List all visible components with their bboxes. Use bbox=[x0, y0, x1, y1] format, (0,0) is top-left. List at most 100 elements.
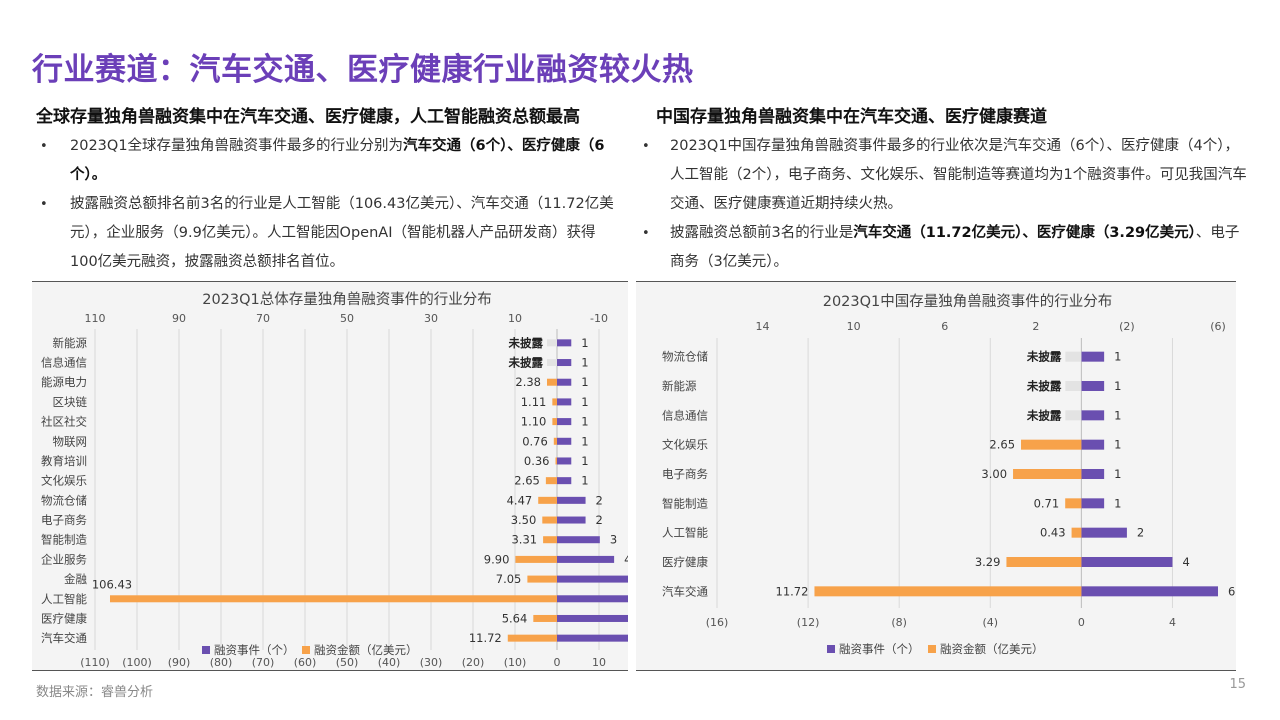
top-tick-label: 10 bbox=[508, 312, 522, 325]
bottom-tick-label: 0 bbox=[1078, 616, 1085, 629]
top-tick-label: 110 bbox=[85, 312, 106, 325]
amount-data-label: 7.05 bbox=[496, 572, 522, 586]
amount-data-label: 5.64 bbox=[502, 611, 528, 625]
bottom-tick-label: (100) bbox=[122, 656, 152, 669]
top-tick-label: (6) bbox=[1210, 320, 1226, 333]
amount-data-label: 11.72 bbox=[776, 584, 809, 598]
amount-bar bbox=[515, 555, 557, 563]
events-data-label: 4 bbox=[624, 552, 628, 566]
events-data-label: 1 bbox=[581, 454, 588, 468]
left-bullet-2: 披露融资总额排名前3名的行业是人工智能（106.43亿美元）、汽车交通（11.7… bbox=[36, 190, 618, 277]
category-label: 智能制造 bbox=[41, 533, 87, 547]
bottom-tick-label: 4 bbox=[1169, 616, 1176, 629]
bottom-tick-label: (8) bbox=[891, 616, 907, 629]
left-bullets: 2023Q1全球存量独角兽融资事件最多的行业分别为汽车交通（6个）、医疗健康（6… bbox=[36, 132, 618, 277]
bottom-tick-label: (60) bbox=[294, 656, 317, 669]
right-bullet-1: 2023Q1中国存量独角兽融资事件最多的行业依次是汽车交通（6个）、医疗健康（4… bbox=[638, 132, 1250, 219]
amount-data-label: 2.65 bbox=[514, 474, 540, 488]
category-label: 文化娱乐 bbox=[41, 474, 87, 488]
category-label: 信息通信 bbox=[41, 356, 87, 370]
bottom-tick-label: (20) bbox=[462, 656, 485, 669]
events-data-label: 1 bbox=[581, 375, 588, 389]
amount-bar bbox=[1006, 557, 1082, 567]
events-bar bbox=[1081, 410, 1105, 421]
top-tick-label: 14 bbox=[756, 320, 770, 333]
undisclosed-bar bbox=[547, 339, 557, 347]
events-data-label: 1 bbox=[581, 474, 588, 488]
left-heading: 全球存量独角兽融资集中在汽车交通、医疗健康，人工智能融资总额最高 bbox=[36, 107, 580, 127]
events-data-label: 1 bbox=[581, 395, 588, 409]
category-label: 物流仓储 bbox=[662, 350, 708, 364]
amount-data-label: 1.11 bbox=[521, 395, 547, 409]
events-data-label: 1 bbox=[1114, 408, 1121, 422]
top-tick-label: 6 bbox=[941, 320, 948, 333]
events-data-label: 4 bbox=[1182, 555, 1189, 569]
events-bar bbox=[1081, 557, 1173, 567]
events-bar bbox=[1081, 381, 1105, 391]
amount-data-label: 11.72 bbox=[469, 631, 502, 645]
category-label: 医疗健康 bbox=[41, 611, 87, 625]
category-label: 汽车交通 bbox=[41, 631, 87, 645]
legend-label-amount: 融资金额（亿美元） bbox=[314, 643, 418, 657]
events-bar bbox=[557, 634, 628, 642]
bottom-tick-label: (90) bbox=[168, 656, 191, 669]
bottom-tick-label: (12) bbox=[797, 616, 820, 629]
right-bullet-2: 披露融资总额前3名的行业是汽车交通（11.72亿美元）、医疗健康（3.29亿美元… bbox=[638, 219, 1250, 277]
amount-bar bbox=[542, 516, 557, 524]
amount-bar bbox=[1071, 527, 1082, 538]
amount-bar bbox=[543, 536, 557, 544]
amount-data-label: 3.29 bbox=[975, 555, 1001, 569]
events-bar bbox=[557, 614, 628, 622]
amount-bar bbox=[553, 437, 557, 445]
right-bullets: 2023Q1中国存量独角兽融资事件最多的行业依次是汽车交通（6个）、医疗健康（4… bbox=[638, 132, 1250, 277]
amount-bar bbox=[552, 398, 557, 406]
amount-data-label: 106.43 bbox=[92, 577, 132, 591]
events-bar bbox=[1081, 527, 1127, 538]
bottom-tick-label: (80) bbox=[210, 656, 233, 669]
bottom-tick-label: 0 bbox=[554, 656, 561, 669]
amount-data-label: 未披露 bbox=[508, 356, 544, 370]
events-data-label: 1 bbox=[1114, 379, 1121, 393]
amount-data-label: 2.38 bbox=[515, 375, 541, 389]
events-bar bbox=[557, 418, 572, 426]
events-data-label: 2 bbox=[1137, 526, 1144, 540]
category-label: 新能源 bbox=[662, 379, 697, 393]
category-label: 新能源 bbox=[53, 336, 88, 350]
amount-data-label: 3.31 bbox=[511, 533, 537, 547]
events-data-label: 1 bbox=[1114, 467, 1121, 481]
amount-data-label: 2.65 bbox=[989, 438, 1015, 452]
category-label: 电子商务 bbox=[41, 513, 87, 527]
category-label: 智能制造 bbox=[662, 496, 708, 510]
amount-data-label: 0.36 bbox=[524, 454, 550, 468]
amount-data-label: 3.00 bbox=[981, 467, 1007, 481]
amount-bar bbox=[545, 477, 557, 485]
events-data-label: 2 bbox=[596, 493, 603, 507]
global-chart: 2023Q1总体存量独角兽融资事件的行业分布 110 90 70 50 30 10 -10 (1… bbox=[32, 281, 628, 671]
category-label: 医疗健康 bbox=[662, 555, 708, 569]
top-tick-label: (2) bbox=[1119, 320, 1135, 333]
amount-data-label: 未披露 bbox=[1026, 379, 1062, 393]
legend-swatch-amount bbox=[928, 645, 936, 653]
bottom-tick-label: (70) bbox=[252, 656, 275, 669]
events-bar bbox=[557, 496, 586, 504]
undisclosed-bar bbox=[1065, 410, 1082, 421]
chart-title: 2023Q1中国存量独角兽融资事件的行业分布 bbox=[823, 293, 1113, 310]
amount-bar bbox=[1065, 498, 1082, 509]
events-bar bbox=[1081, 586, 1218, 597]
legend-swatch-events bbox=[827, 645, 835, 653]
category-label: 信息通信 bbox=[662, 408, 708, 422]
bottom-tick-label: (50) bbox=[336, 656, 359, 669]
bottom-tick-label: (16) bbox=[706, 616, 729, 629]
legend-swatch-events bbox=[202, 646, 210, 654]
top-tick-label: 2 bbox=[1032, 320, 1039, 333]
amount-data-label: 0.76 bbox=[522, 434, 548, 448]
right-heading: 中国存量独角兽融资集中在汽车交通、医疗健康赛道 bbox=[656, 107, 1047, 127]
left-bullet-1: 2023Q1全球存量独角兽融资事件最多的行业分别为汽车交通（6个）、医疗健康（6… bbox=[36, 132, 618, 190]
events-data-label: 1 bbox=[1114, 350, 1121, 364]
category-label: 汽车交通 bbox=[662, 584, 708, 598]
category-label: 人工智能 bbox=[662, 526, 708, 540]
events-bar bbox=[1081, 351, 1105, 362]
bottom-tick-label: (110) bbox=[80, 656, 110, 669]
category-label: 教育培训 bbox=[41, 454, 87, 468]
events-data-label: 1 bbox=[581, 336, 588, 350]
